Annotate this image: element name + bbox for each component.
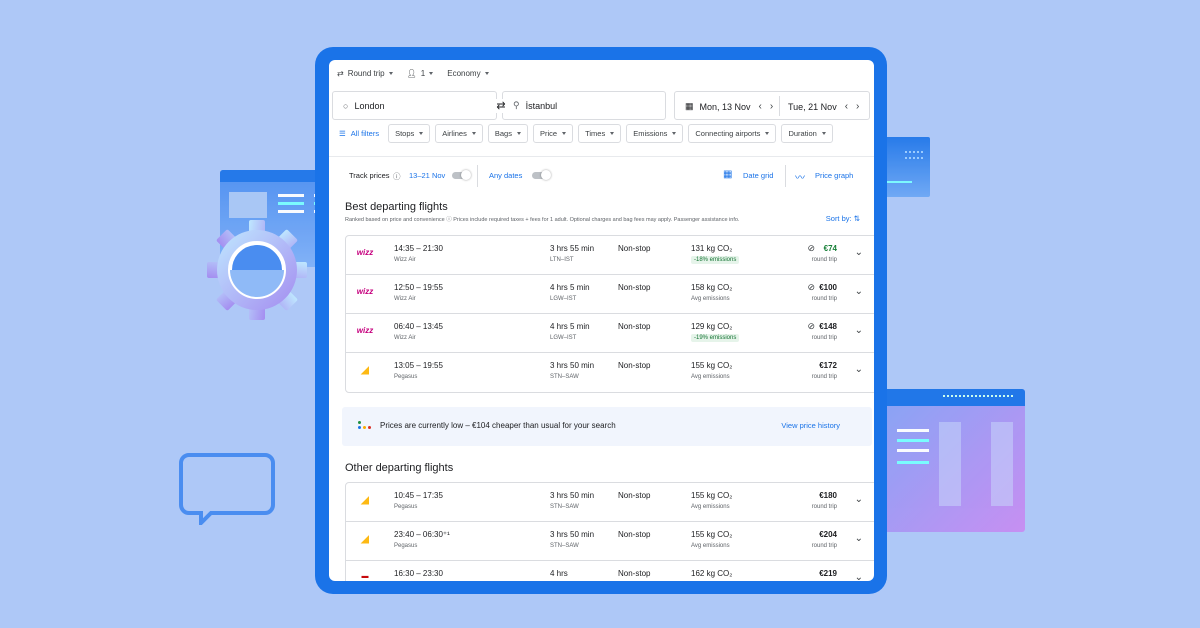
track-prices-row: Track prices ⓘ 13–21 Nov Any dates ▦ Dat…	[349, 165, 864, 187]
chevron-down-icon[interactable]: ⌄	[855, 572, 863, 581]
search-row: ○ London ⇄ ⚲ İstanbul ▦ Mon, 13 Nov ‹ › …	[332, 91, 870, 120]
chevron-down-icon[interactable]: ⌄	[855, 364, 863, 375]
flight-row[interactable]: ▬ 16:30 – 23:30 4 hrs Non-stop 162 kg CO…	[346, 561, 874, 581]
filter-bar: ☰ All filters Stops Airlines Bags Price …	[335, 124, 833, 143]
flight-row[interactable]: wizz 14:35 – 21:30 Wizz Air 3 hrs 55 min…	[346, 236, 874, 275]
price-level-icon	[358, 421, 372, 431]
other-flights-title: Other departing flights	[345, 462, 454, 474]
filter-chip-times[interactable]: Times	[578, 124, 622, 143]
sort-by-button[interactable]: Sort by: ⇅	[826, 214, 860, 223]
all-filters-button[interactable]: ☰ All filters	[335, 124, 383, 143]
circle-icon: ○	[343, 100, 349, 111]
divider	[329, 156, 874, 157]
return-date[interactable]: Tue, 21 Nov ‹ ›	[788, 92, 859, 121]
next-date-icon[interactable]: ›	[770, 101, 773, 112]
person-icon: 👤︎	[406, 69, 417, 78]
any-dates-label: Any dates	[489, 171, 523, 180]
filter-chip-duration[interactable]: Duration	[781, 124, 833, 143]
calendar-icon: ▦	[685, 101, 694, 111]
track-range: 13–21 Nov	[409, 171, 446, 180]
filter-chip-connecting-airports[interactable]: Connecting airports	[688, 124, 777, 143]
sort-icon: ⇅	[853, 214, 860, 223]
location-pin-icon: ⚲	[513, 100, 520, 110]
calendar-grid-icon: ▦	[723, 169, 733, 180]
best-flights-list: wizz 14:35 – 21:30 Wizz Air 3 hrs 55 min…	[345, 235, 874, 393]
swap-button[interactable]: ⇄	[492, 99, 510, 113]
filter-chip-price[interactable]: Price	[532, 124, 574, 143]
flight-row[interactable]: wizz 12:50 – 19:55 Wizz Air 4 hrs 5 min …	[346, 275, 874, 314]
pegasus-logo: ◢	[361, 534, 369, 545]
no-bag-icon: ⊘	[807, 282, 815, 292]
view-price-history-link[interactable]: View price history	[781, 421, 840, 430]
prev-date-icon[interactable]: ‹	[845, 101, 848, 112]
filter-chip-emissions[interactable]: Emissions	[626, 124, 684, 143]
any-dates-toggle[interactable]	[532, 170, 551, 180]
next-date-icon[interactable]: ›	[856, 101, 859, 112]
filter-chip-stops[interactable]: Stops	[388, 124, 431, 143]
gear-icon	[207, 220, 307, 320]
track-prices-label: Track prices	[349, 171, 390, 180]
pegasus-logo: ◢	[361, 495, 369, 506]
line-chart-icon: 〰	[795, 173, 805, 184]
passengers-select[interactable]: 👤︎ 1	[407, 69, 434, 78]
filter-chip-bags[interactable]: Bags	[487, 124, 528, 143]
chevron-down-icon[interactable]: ⌄	[855, 325, 863, 336]
swap-arrows-icon: ⇄	[337, 69, 344, 78]
date-grid-button[interactable]: Date grid	[743, 171, 773, 180]
dates-field: ▦ Mon, 13 Nov ‹ › Tue, 21 Nov ‹ ›	[674, 91, 870, 120]
tablet-frame: ⇄ Round trip 👤︎ 1 Economy ○ London ⇄ ⚲ İ…	[315, 47, 887, 594]
ranking-note: Ranked based on price and convenience ⓘ …	[345, 217, 740, 223]
chevron-down-icon[interactable]: ⌄	[855, 286, 863, 297]
chevron-down-icon[interactable]: ⌄	[855, 247, 863, 258]
wizz-air-logo: wizz	[356, 287, 374, 296]
origin-field[interactable]: ○ London	[332, 91, 497, 120]
price-insight-text: Prices are currently low – €104 cheaper …	[380, 421, 616, 430]
cabin-select[interactable]: Economy	[447, 69, 489, 78]
wizz-air-logo: wizz	[356, 326, 374, 335]
chevron-down-icon[interactable]: ⌄	[855, 494, 863, 505]
depart-date[interactable]: ▦ Mon, 13 Nov ‹ ›	[685, 92, 773, 121]
pegasus-logo: ◢	[361, 365, 369, 376]
chevron-down-icon[interactable]: ⌄	[855, 533, 863, 544]
trip-type-select[interactable]: ⇄ Round trip	[337, 69, 393, 78]
chat-bubble-icon	[179, 453, 275, 525]
flight-row[interactable]: ◢ 13:05 – 19:55 Pegasus 3 hrs 50 min STN…	[346, 353, 874, 392]
flight-row[interactable]: ◢ 10:45 – 17:35 Pegasus 3 hrs 50 min STN…	[346, 483, 874, 522]
price-graph-button[interactable]: Price graph	[815, 171, 853, 180]
price-insight-banner: Prices are currently low – €104 cheaper …	[342, 407, 872, 446]
no-bag-icon: ⊘	[807, 243, 815, 253]
prev-date-icon[interactable]: ‹	[759, 101, 762, 112]
trip-options: ⇄ Round trip 👤︎ 1 Economy	[337, 69, 489, 78]
sliders-icon: ☰	[339, 129, 346, 138]
turkish-airlines-logo: ▬	[361, 573, 369, 580]
other-flights-list: ◢ 10:45 – 17:35 Pegasus 3 hrs 50 min STN…	[345, 482, 874, 581]
track-prices-toggle[interactable]	[452, 170, 471, 180]
no-bag-icon: ⊘	[807, 321, 815, 331]
wizz-air-logo: wizz	[356, 248, 374, 257]
info-icon: ⓘ	[393, 172, 401, 181]
flight-row[interactable]: ◢ 23:40 – 06:30⁺¹ Pegasus 3 hrs 50 min S…	[346, 522, 874, 561]
flights-screen: ⇄ Round trip 👤︎ 1 Economy ○ London ⇄ ⚲ İ…	[329, 60, 874, 581]
best-flights-title: Best departing flights	[345, 201, 448, 213]
flight-row[interactable]: wizz 06:40 – 13:45 Wizz Air 4 hrs 5 min …	[346, 314, 874, 353]
filter-chip-airlines[interactable]: Airlines	[435, 124, 483, 143]
destination-field[interactable]: ⚲ İstanbul	[502, 91, 666, 120]
